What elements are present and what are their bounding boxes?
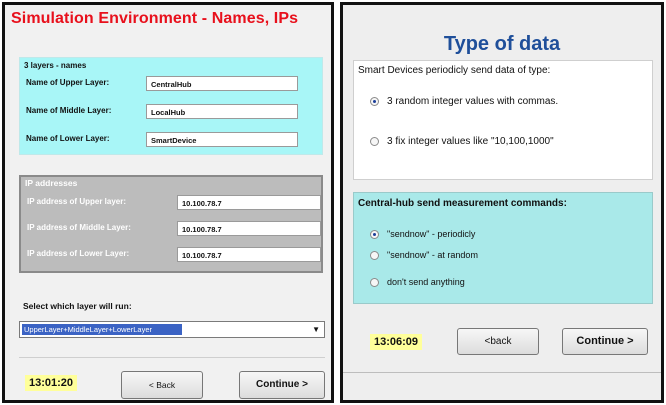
layer-select-label: Select which layer will run: (23, 301, 132, 311)
middle-layer-ip-row: IP address of Middle Layer: 10.100.78.7 (27, 221, 321, 236)
option-label[interactable]: don't send anything (387, 277, 465, 287)
continue-button[interactable]: Continue > (239, 371, 325, 399)
upper-layer-name-label: Name of Upper Layer: (26, 78, 110, 87)
window-title: Simulation Environment - Names, IPs (11, 10, 299, 27)
lower-layer-name-input[interactable]: SmartDevice (146, 132, 298, 147)
middle-layer-ip-label: IP address of Middle Layer: (27, 223, 131, 232)
group-title: IP addresses (25, 178, 78, 188)
upper-layer-ip-row: IP address of Upper layer: 10.100.78.7 (27, 195, 321, 210)
panel-title: Smart Devices periodicly send data of ty… (358, 65, 551, 76)
upper-layer-ip-label: IP address of Upper layer: (27, 197, 126, 206)
lower-layer-name-row: Name of Lower Layer: SmartDevice (26, 132, 316, 147)
window-title: Type of data (443, 33, 561, 55)
radio-unselected-icon[interactable] (370, 278, 379, 287)
lower-layer-name-label: Name of Lower Layer: (26, 134, 110, 143)
screenshot-root: Simulation Environment - Names, IPs 3 la… (0, 0, 666, 405)
upper-layer-name-row: Name of Upper Layer: CentralHub (26, 76, 316, 91)
layer-select-value[interactable]: UpperLayer+MiddleLayer+LowerLayer (22, 324, 182, 335)
back-button[interactable]: < Back (121, 371, 203, 399)
divider (343, 372, 661, 373)
middle-layer-name-row: Name of Middle Layer: LocalHub (26, 104, 316, 119)
option-label[interactable]: "sendnow" - at random (387, 250, 478, 260)
clock-time: 13:01:20 (25, 375, 78, 391)
option-label[interactable]: "sendnow" - periodicly (387, 229, 475, 239)
panel-title: Central-hub send measurement commands: (358, 198, 567, 209)
lower-layer-ip-row: IP address of Lower Layer: 10.100.78.7 (27, 247, 321, 262)
data-type-panel: Smart Devices periodicly send data of ty… (353, 60, 653, 180)
continue-button[interactable]: Continue > (562, 328, 648, 355)
group-title: 3 layers - names (24, 61, 87, 70)
clock-time: 13:06:09 (370, 334, 423, 350)
middle-layer-ip-input[interactable]: 10.100.78.7 (177, 221, 321, 236)
middle-layer-name-label: Name of Middle Layer: (26, 106, 112, 115)
middle-layer-name-input[interactable]: LocalHub (146, 104, 298, 119)
radio-selected-icon[interactable] (370, 97, 379, 106)
radio-unselected-icon[interactable] (370, 251, 379, 260)
back-button[interactable]: <back (457, 328, 539, 355)
radio-selected-icon[interactable] (370, 230, 379, 239)
type-of-data-window: Type of data Smart Devices periodicly se… (340, 2, 664, 403)
ip-addresses-group: IP addresses IP address of Upper layer: … (19, 175, 323, 273)
lower-layer-ip-input[interactable]: 10.100.78.7 (177, 247, 321, 262)
upper-layer-name-input[interactable]: CentralHub (146, 76, 298, 91)
chevron-down-icon[interactable]: ▼ (312, 325, 320, 334)
option-label[interactable]: 3 fix integer values like "10,100,1000" (387, 136, 554, 147)
divider (19, 357, 325, 358)
upper-layer-ip-input[interactable]: 10.100.78.7 (177, 195, 321, 210)
layer-select-dropdown[interactable]: UpperLayer+MiddleLayer+LowerLayer ▼ (19, 321, 325, 338)
measurement-commands-panel: Central-hub send measurement commands: "… (353, 192, 653, 304)
option-label[interactable]: 3 random integer values with commas. (387, 96, 558, 107)
lower-layer-ip-label: IP address of Lower Layer: (27, 249, 130, 258)
layer-names-group: 3 layers - names Name of Upper Layer: Ce… (19, 57, 323, 155)
names-ips-window: Simulation Environment - Names, IPs 3 la… (2, 2, 334, 403)
radio-unselected-icon[interactable] (370, 137, 379, 146)
